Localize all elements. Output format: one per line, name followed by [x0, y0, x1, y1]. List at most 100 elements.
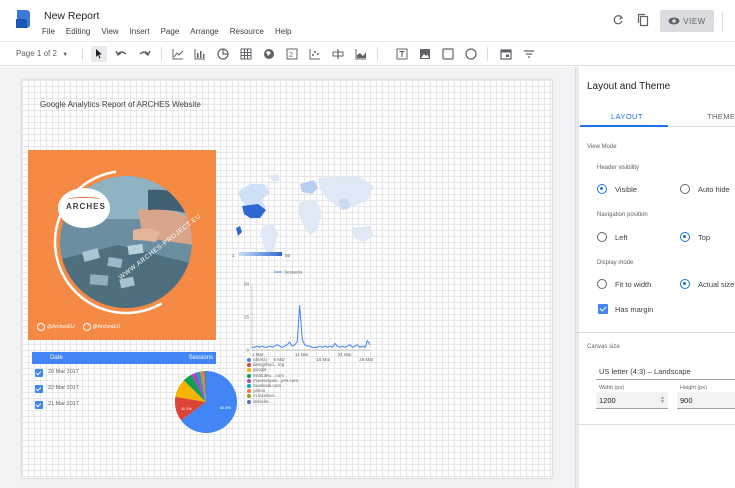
x-tick-label: 16 Mar: [316, 357, 331, 362]
panel-divider: [576, 332, 735, 333]
menu-bar: File Editing View Insert Page Arrange Re…: [42, 27, 302, 36]
fit-to-width-radio[interactable]: [597, 279, 607, 289]
traffic-source-pie-chart[interactable]: 60.5% 11.1%: [174, 370, 238, 434]
width-input[interactable]: 1200 ▴ ▾: [596, 392, 668, 409]
tab-layout[interactable]: LAYOUT: [611, 112, 643, 121]
menu-file[interactable]: File: [42, 27, 55, 36]
map-india-region: [338, 198, 350, 210]
refresh-icon[interactable]: [612, 14, 624, 26]
image-tool-icon[interactable]: [417, 46, 433, 62]
header-divider: [722, 12, 723, 32]
report-title-text[interactable]: Google Analytics Report of ARCHES Websit…: [40, 100, 201, 109]
active-tab-indicator: [580, 125, 668, 127]
text-tool-icon[interactable]: [394, 46, 410, 62]
geo-map-icon[interactable]: [261, 46, 277, 62]
page-selector-label: Page 1 of 2: [16, 49, 57, 58]
menu-resource[interactable]: Resource: [230, 27, 264, 36]
sessions-series-line: [252, 305, 371, 349]
date-range-icon[interactable]: [498, 46, 514, 62]
twitter-handle: @ArchesEU: [47, 324, 75, 330]
visible-radio[interactable]: [597, 184, 607, 194]
table-header-sessions[interactable]: Sessions: [189, 355, 213, 361]
auto-hide-radio[interactable]: [680, 184, 690, 194]
table-header-row: Date Sessions: [32, 352, 216, 364]
time-series-icon[interactable]: [170, 46, 186, 62]
legend-swatch: [247, 378, 251, 383]
panel-divider: [576, 424, 735, 425]
menu-editing[interactable]: Editing: [66, 27, 90, 36]
undo-icon[interactable]: [113, 46, 129, 62]
copy-icon[interactable]: [637, 13, 649, 27]
arches-logo-text: ARCHES: [66, 202, 106, 211]
height-field-label: Height (px): [680, 385, 707, 391]
map-australia-region: [352, 226, 374, 242]
nav-left-radio[interactable]: [597, 232, 607, 242]
visible-option-label[interactable]: Visible: [615, 185, 637, 194]
menu-arrange[interactable]: Arrange: [190, 27, 218, 36]
scorecard-icon[interactable]: 2: [284, 46, 300, 62]
y-tick-label: 0: [246, 348, 249, 353]
table-header-date[interactable]: Date: [50, 355, 63, 361]
page-selector[interactable]: Page 1 of 2 ▼: [16, 49, 68, 58]
actual-size-radio[interactable]: [680, 279, 690, 289]
scatter-chart-icon[interactable]: [307, 46, 323, 62]
row-checkbox[interactable]: [35, 385, 43, 393]
circle-tool-icon[interactable]: [463, 46, 479, 62]
nav-top-option-label[interactable]: Top: [698, 233, 710, 242]
pie-legend: (direct) designboo…ing google instituteu…: [247, 357, 307, 404]
table-cell-date: 20 Mar 2017: [48, 369, 79, 375]
arches-promo-image[interactable]: ARCHES WWW.ARCHES-PROJECT.EU @ArchesEU @…: [28, 150, 216, 340]
nav-left-option-label[interactable]: Left: [615, 233, 628, 242]
chevron-down-icon: ▼: [62, 52, 69, 58]
select-underline: [596, 379, 735, 380]
pie-label-direct: 60.5%: [220, 406, 231, 410]
report-page[interactable]: Google Analytics Report of ARCHES Websit…: [22, 80, 552, 478]
time-series-chart[interactable]: Sessions502501 Mar6 Mar11 Mar16 Mar21 Ma…: [236, 266, 376, 366]
select-pointer-icon[interactable]: [91, 46, 107, 62]
fit-to-width-option-label[interactable]: Fit to width: [615, 280, 651, 289]
report-name[interactable]: New Report: [44, 10, 99, 22]
canvas-size-select[interactable]: US letter (4:3) – Landscape: [599, 367, 691, 376]
redo-icon[interactable]: [137, 46, 153, 62]
arches-logo-arc: [67, 197, 101, 202]
auto-hide-option-label[interactable]: Auto hide: [698, 185, 730, 194]
has-margin-label[interactable]: Has margin: [615, 305, 653, 314]
pie-chart-icon[interactable]: [215, 46, 231, 62]
table-cell-date: 22 Mar 2017: [48, 385, 79, 391]
geo-scale-max: 56: [285, 253, 291, 258]
map-hawaii-region: [236, 226, 242, 236]
row-checkbox[interactable]: [35, 369, 43, 377]
bar-chart-icon[interactable]: [192, 46, 208, 62]
y-tick-label: 25: [244, 315, 250, 320]
height-input[interactable]: 900: [677, 392, 735, 409]
tab-theme[interactable]: THEME: [707, 112, 735, 121]
bullet-chart-icon[interactable]: [330, 46, 346, 62]
menu-page[interactable]: Page: [161, 27, 180, 36]
menu-insert[interactable]: Insert: [130, 27, 150, 36]
row-checkbox[interactable]: [35, 401, 43, 409]
legend-label-sessions: Sessions: [284, 270, 303, 275]
width-stepper-icon[interactable]: ▴ ▾: [661, 395, 664, 405]
menu-view[interactable]: View: [101, 27, 118, 36]
area-chart-icon[interactable]: [353, 46, 369, 62]
map-africa-region: [298, 200, 322, 236]
table-cell-date: 21 Mar 2017: [48, 401, 79, 407]
twitter-icon: [37, 323, 45, 331]
filter-control-icon[interactable]: [521, 46, 537, 62]
view-mode-heading: View Mode: [587, 144, 617, 150]
pie-label-designboom: 11.1%: [181, 407, 192, 411]
data-studio-logo-icon: [16, 10, 30, 28]
has-margin-checkbox[interactable]: [598, 304, 608, 314]
social-handles: @ArchesEU @ArchesEU: [37, 323, 128, 331]
menu-help[interactable]: Help: [275, 27, 291, 36]
nav-top-radio[interactable]: [680, 232, 690, 242]
actual-size-option-label[interactable]: Actual size: [698, 280, 734, 289]
x-tick-label: 26 Mar: [359, 357, 374, 362]
geo-scale-min: 1: [232, 253, 235, 258]
table-icon[interactable]: [238, 46, 254, 62]
view-button-label: VIEW: [683, 16, 706, 26]
rectangle-tool-icon[interactable]: [440, 46, 456, 62]
legend-item[interactable]: linkedin…: [247, 399, 307, 404]
view-button[interactable]: VIEW: [660, 10, 714, 32]
app-header: New Report File Editing View Insert Page…: [0, 0, 735, 41]
